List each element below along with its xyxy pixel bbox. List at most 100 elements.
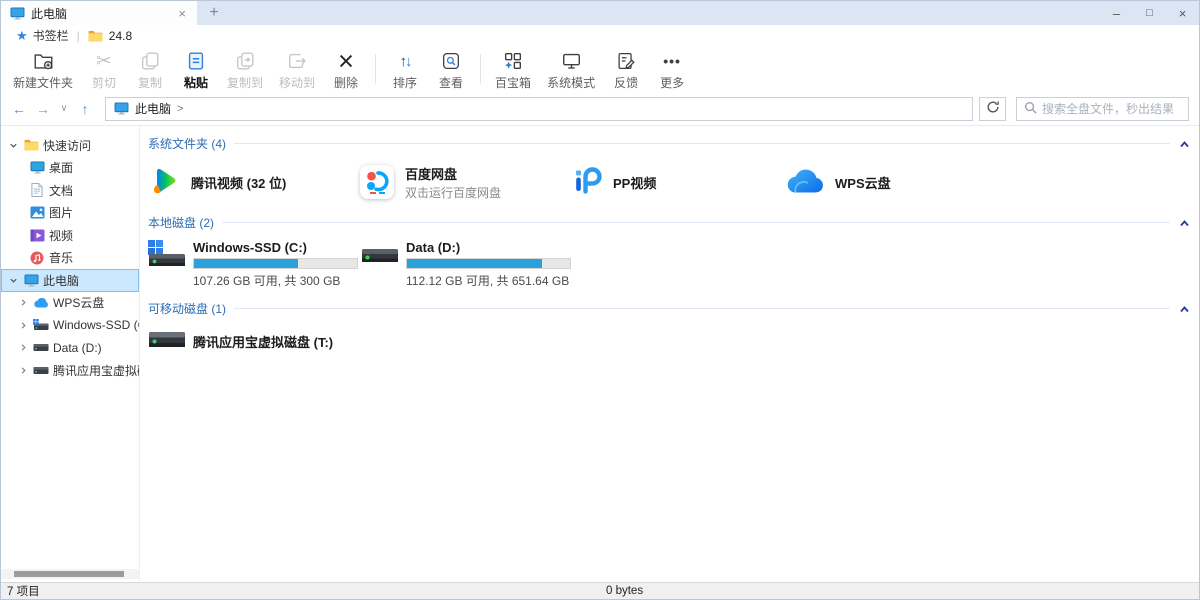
refresh-button[interactable] [979, 97, 1006, 121]
tencent-video-icon [148, 165, 180, 200]
toolbar-separator [480, 54, 481, 84]
collapse-section-icon[interactable] [1180, 137, 1189, 151]
breadcrumb[interactable]: 此电脑 > [105, 97, 973, 121]
sidebar-item-label: 音乐 [49, 249, 73, 266]
sidebar-item-videos[interactable]: 视频 [1, 224, 139, 247]
drive-windows-ssd-c[interactable]: Windows-SSD (C:) 107.26 GB 可用, 共 300 GB [148, 240, 361, 289]
system-mode-button[interactable]: 系统模式 [539, 47, 603, 91]
up-button[interactable]: ↑ [75, 101, 95, 117]
toolbar-button-label: 删除 [334, 74, 358, 91]
paste-icon [185, 49, 207, 73]
paste-button[interactable]: 粘贴 [173, 47, 219, 91]
sort-button[interactable]: ↑↓ 排序 [382, 47, 428, 91]
cloud-icon [33, 298, 49, 308]
sidebar-item-pictures[interactable]: 图片 [1, 202, 139, 225]
collapse-section-icon[interactable] [1180, 216, 1189, 230]
drive-data-d[interactable]: Data (D:) 112.12 GB 可用, 共 651.64 GB [361, 240, 574, 289]
sidebar-item-windows-ssd-c[interactable]: Windows-SSD (C:) [1, 314, 139, 337]
new-folder-button[interactable]: 新建文件夹 [5, 47, 81, 91]
scrollbar-thumb[interactable] [14, 571, 124, 577]
toolbox-button[interactable]: 百宝箱 [487, 47, 539, 91]
cut-button[interactable]: ✂ 剪切 [81, 47, 127, 91]
chevron-right-icon[interactable]: > [177, 103, 183, 115]
baidu-netdisk-icon [360, 165, 394, 199]
close-button[interactable]: × [1166, 1, 1199, 25]
sidebar-item-music[interactable]: 音乐 [1, 247, 139, 270]
chevron-right-icon[interactable] [17, 343, 29, 352]
chevron-right-icon[interactable] [17, 366, 29, 375]
disk-icon [33, 365, 49, 376]
sidebar-item-label: 图片 [49, 204, 73, 221]
selection-size: 0 bytes [606, 585, 643, 597]
tab-close-icon[interactable]: × [175, 6, 189, 21]
back-button[interactable]: ← [9, 101, 29, 117]
search-input[interactable] [1042, 102, 1181, 116]
chevron-down-icon[interactable] [7, 141, 19, 150]
sidebar-item-desktop[interactable]: 桌面 [1, 157, 139, 180]
sidebar-item-label: 腾讯应用宝虚拟磁盘 (T:) [53, 362, 139, 379]
section-title: 系统文件夹 (4) [148, 135, 226, 152]
capacity-bar [406, 258, 571, 269]
windows-disk-icon [148, 240, 186, 289]
new-tab-button[interactable]: + [197, 1, 231, 25]
tile-baidu-netdisk[interactable]: 百度网盘 双击运行百度网盘 [360, 162, 572, 202]
sidebar-item-label: Data (D:) [53, 341, 102, 355]
wps-cloud-icon [784, 168, 824, 197]
tab-this-pc[interactable]: 此电脑 × [1, 1, 197, 25]
chevron-down-icon[interactable] [7, 276, 19, 285]
tile-label: WPS云盘 [835, 173, 891, 192]
delete-button[interactable]: 删除 [323, 47, 369, 91]
toolbar-button-label: 排序 [393, 74, 417, 91]
more-icon: ••• [663, 49, 681, 73]
toolbar-button-label: 新建文件夹 [13, 74, 73, 91]
maximize-button[interactable]: □ [1133, 1, 1166, 25]
drive-tencent-virtual-disk-t[interactable]: 腾讯应用宝虚拟磁盘 (T:) [148, 329, 1189, 353]
sidebar-item-label: 桌面 [49, 159, 73, 176]
address-bar: ← → ∨ ↑ 此电脑 > [1, 92, 1199, 126]
bookmark-folder-label[interactable]: 24.8 [109, 29, 132, 43]
tab-title: 此电脑 [31, 5, 169, 22]
copy-button[interactable]: 复制 [127, 47, 173, 91]
forward-button[interactable]: → [33, 101, 53, 117]
sidebar-item-label: 文档 [49, 182, 73, 199]
feedback-button[interactable]: 反馈 [603, 47, 649, 91]
sidebar-item-wps-cloud[interactable]: WPS云盘 [1, 292, 139, 315]
status-bar: 7 项目 0 bytes [1, 582, 1199, 599]
divider [234, 308, 1170, 309]
star-icon[interactable]: ★ [16, 29, 28, 42]
toolbar: 新建文件夹 ✂ 剪切 复制 粘贴 复制到 移动到 删除 ↑↓ 排序 [1, 46, 1199, 92]
delete-icon [336, 49, 356, 73]
tile-pp-video[interactable]: PP视频 [572, 162, 784, 202]
system-mode-icon [560, 49, 583, 73]
collapse-section-icon[interactable] [1180, 302, 1189, 316]
history-dropdown-icon[interactable]: ∨ [57, 103, 71, 114]
file-list-panel: 系统文件夹 (4) 腾讯视频 (32 位) 百度网盘 双击运行百度网盘 [140, 126, 1199, 582]
move-to-button[interactable]: 移动到 [271, 47, 323, 91]
minimize-button[interactable]: – [1100, 1, 1133, 25]
tile-wps-cloud[interactable]: WPS云盘 [784, 162, 996, 202]
sidebar-item-documents[interactable]: 文档 [1, 179, 139, 202]
sidebar-item-label: 快速访问 [43, 137, 91, 154]
chevron-right-icon[interactable] [17, 321, 29, 330]
chevron-right-icon[interactable] [17, 298, 29, 307]
window-controls: – □ × [1100, 1, 1199, 25]
folder-icon [23, 139, 39, 151]
item-count: 7 项目 [1, 583, 40, 599]
bookmarks-label[interactable]: 书签栏 [33, 27, 69, 44]
copy-to-button[interactable]: 复制到 [219, 47, 271, 91]
more-button[interactable]: ••• 更多 [649, 47, 695, 91]
sidebar-item-this-pc[interactable]: 此电脑 [1, 269, 139, 292]
content-area: 快速访问 桌面 文档 图片 视频 音乐 [1, 126, 1199, 582]
section-header-system-folders: 系统文件夹 (4) [148, 133, 1189, 154]
videos-icon [29, 229, 45, 242]
file-manager-window: 此电脑 × + – □ × ★ 书签栏 | 24.8 新建文件夹 ✂ 剪切 复制 [0, 0, 1200, 600]
sidebar-item-data-d[interactable]: Data (D:) [1, 337, 139, 360]
sidebar-item-quick-access[interactable]: 快速访问 [1, 134, 139, 157]
computer-icon [113, 102, 129, 115]
view-button[interactable]: 查看 [428, 47, 474, 91]
tile-tencent-video[interactable]: 腾讯视频 (32 位) [148, 162, 360, 202]
sidebar-item-tencent-virtual-disk-t[interactable]: 腾讯应用宝虚拟磁盘 (T:) [1, 359, 139, 382]
sidebar-horizontal-scrollbar[interactable] [1, 569, 139, 579]
move-to-icon [286, 49, 308, 73]
breadcrumb-root[interactable]: 此电脑 [135, 100, 171, 117]
